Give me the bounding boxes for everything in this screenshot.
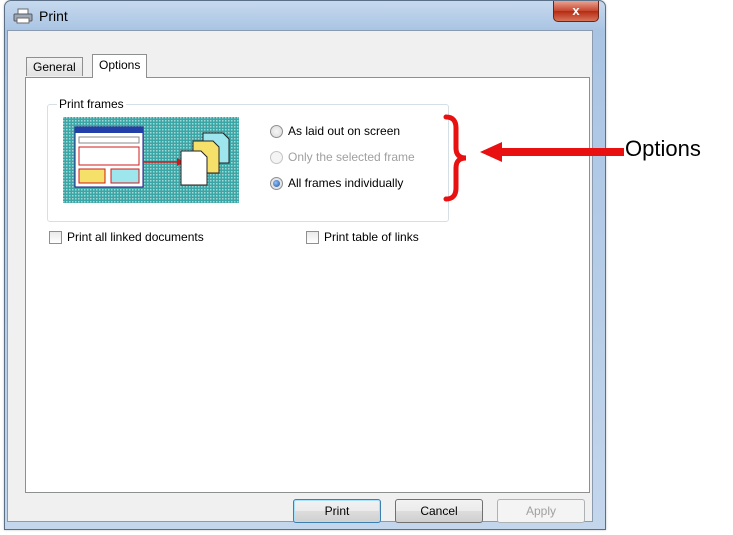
tab-options-label: Options: [99, 58, 141, 72]
checkbox[interactable]: [49, 230, 62, 244]
radio-only-selected-frame-label: Only the selected frame: [288, 150, 415, 164]
radio-all-frames-individually[interactable]: All frames individually: [270, 176, 403, 190]
radio-button[interactable]: [270, 176, 283, 190]
print-table-of-links-label: Print table of links: [324, 230, 419, 244]
annotation-brace: [443, 114, 467, 202]
print-frames-label: Print frames: [57, 97, 126, 111]
printer-icon: [13, 8, 33, 24]
tab-general[interactable]: General: [26, 57, 83, 76]
tab-options[interactable]: Options: [92, 54, 148, 78]
radio-button[interactable]: [270, 124, 283, 138]
radio-all-frames-individually-label: All frames individually: [288, 176, 404, 190]
window-title: Print: [39, 8, 68, 24]
close-icon: x: [572, 3, 580, 18]
radio-as-laid-out[interactable]: As laid out on screen: [270, 124, 400, 138]
checkbox[interactable]: [306, 230, 319, 244]
apply-button: Apply: [497, 499, 585, 523]
close-button[interactable]: x: [553, 1, 599, 22]
checkbox-print-all-linked-documents[interactable]: Print all linked documents: [49, 230, 204, 244]
print-all-linked-documents-label: Print all linked documents: [67, 230, 204, 244]
title-bar[interactable]: Print x: [5, 1, 605, 31]
annotation-label: Options: [625, 136, 701, 161]
checkbox-print-table-of-links[interactable]: Print table of links: [306, 230, 419, 244]
radio-button: [270, 150, 283, 164]
radio-as-laid-out-label: As laid out on screen: [288, 124, 401, 138]
tab-general-label: General: [33, 60, 76, 74]
annotation-arrow-icon: [480, 142, 624, 162]
print-button[interactable]: Print: [293, 499, 381, 523]
print-frames-illustration: [63, 117, 239, 203]
cancel-button[interactable]: Cancel: [395, 499, 483, 523]
radio-only-selected-frame: Only the selected frame: [270, 150, 415, 164]
